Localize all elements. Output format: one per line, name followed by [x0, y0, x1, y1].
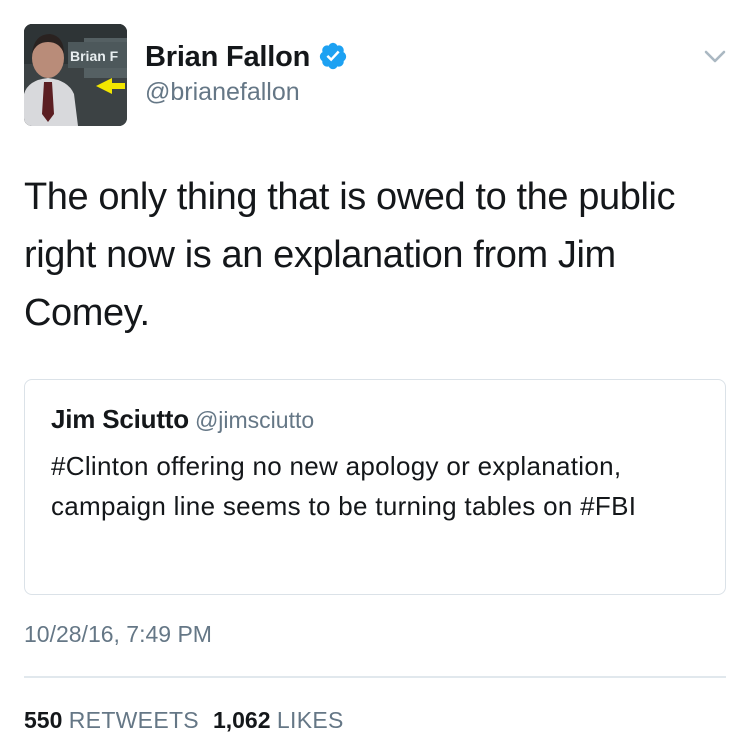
quoted-tweet-header: Jim Sciutto @jimsciutto [51, 403, 314, 440]
avatar[interactable]: Brian F [24, 24, 127, 126]
verified-badge-icon [319, 42, 347, 70]
tweet-text: The only thing that is owed to the publi… [24, 176, 676, 334]
avatar-caption: Brian F [70, 48, 119, 64]
retweets-count: 550 [24, 707, 63, 733]
chevron-down-icon[interactable] [704, 50, 726, 64]
likes-stat[interactable]: 1,062 LIKES [213, 707, 344, 733]
likes-label: LIKES [276, 707, 344, 733]
likes-count: 1,062 [212, 707, 271, 733]
tweet-timestamp[interactable]: 10/28/16, 7:49 PM [24, 619, 212, 649]
divider [24, 676, 726, 678]
quoted-tweet-display-name: Jim Sciutto [51, 404, 189, 434]
tweet-stats: 550 RETWEETS 1,062 LIKES [24, 705, 344, 735]
author-display-name[interactable]: Brian Fallon [145, 40, 310, 74]
author-handle[interactable]: @brianefallon [145, 77, 300, 107]
quoted-tweet-handle: @jimsciutto [194, 407, 315, 433]
quoted-tweet-card[interactable]: Jim Sciutto @jimsciutto #Clinton offering… [24, 379, 726, 595]
retweets-stat[interactable]: 550 RETWEETS [24, 707, 199, 733]
quoted-tweet-text: #Clinton offering no new apology or expl… [51, 451, 637, 521]
retweets-label: RETWEETS [68, 707, 199, 733]
